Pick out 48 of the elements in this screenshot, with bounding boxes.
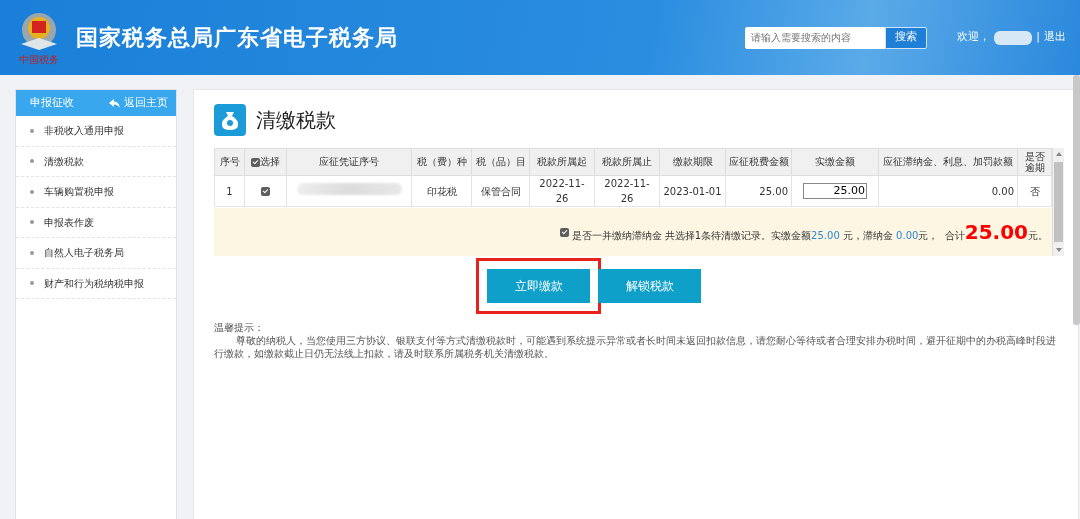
search-button[interactable]: 搜索 bbox=[885, 26, 928, 49]
money-bag-icon bbox=[214, 104, 246, 136]
table-cell: 印花税 bbox=[411, 175, 472, 207]
sidebar-item[interactable]: 车辆购置税申报 bbox=[16, 177, 176, 208]
column-header: 序号 bbox=[214, 148, 245, 176]
separator: | bbox=[1036, 29, 1040, 46]
site-title: 国家税务总局广东省电子税务局 bbox=[76, 24, 398, 52]
sidebar-item[interactable]: 财产和行为税纳税申报 bbox=[16, 268, 176, 299]
sidebar-item[interactable]: 申报表作废 bbox=[16, 207, 176, 238]
amount-field[interactable]: 25.00 bbox=[803, 183, 867, 200]
table-cell: 2022-11-26 bbox=[529, 175, 595, 207]
sidebar-item[interactable]: 自然人电子税务局 bbox=[16, 238, 176, 269]
sidebar-title: 申报征收 bbox=[30, 94, 74, 111]
search-field[interactable]: 请输入需要搜索的内容 bbox=[745, 26, 886, 49]
column-header: 税款所属起 bbox=[529, 148, 595, 176]
column-header: 应征滞纳金、利息、加罚款额 bbox=[878, 148, 1018, 176]
column-header: 选择 bbox=[260, 156, 280, 168]
scrollbar[interactable] bbox=[1052, 148, 1064, 256]
logout-link[interactable]: 退出 bbox=[1044, 29, 1066, 46]
table-cell: 否 bbox=[1017, 175, 1052, 207]
redacted-name bbox=[994, 30, 1033, 45]
column-header: 税款所属止 bbox=[594, 148, 660, 176]
welcome-text: 欢迎， bbox=[957, 29, 991, 46]
table-cell: 0.00 bbox=[878, 175, 1018, 207]
table-cell: 2023-01-01 bbox=[659, 175, 726, 207]
page-title: 清缴税款 bbox=[256, 107, 336, 134]
column-header: 缴款期限 bbox=[659, 148, 726, 176]
back-arrow-icon bbox=[109, 98, 120, 108]
table-cell: 1 bbox=[214, 175, 245, 207]
logo-caption: 中国税务 bbox=[19, 55, 59, 65]
checkbox[interactable] bbox=[559, 227, 569, 237]
table-cell: 保管合同 bbox=[471, 175, 530, 207]
column-header: 应征税费金额 bbox=[725, 148, 792, 176]
column-header: 税（品）目 bbox=[471, 148, 530, 176]
summary-text: 是否一并缴纳滞纳金 共选择1条待清缴记录。实缴金额25.00 元，滞纳金 0.00元， 合计25.00元。 bbox=[571, 219, 1048, 246]
checkbox[interactable] bbox=[251, 157, 260, 167]
column-header: 应征凭证序号 bbox=[286, 148, 412, 176]
page-scrollbar[interactable] bbox=[1073, 75, 1080, 325]
column-header: 是否逾期 bbox=[1017, 148, 1052, 176]
column-header: 税（费）种 bbox=[411, 148, 472, 176]
notice-title: 温馨提示： bbox=[214, 321, 265, 334]
checkbox[interactable] bbox=[261, 187, 270, 196]
column-header: 实缴金额 bbox=[791, 148, 879, 176]
sidebar-item[interactable]: 非税收入通用申报 bbox=[16, 116, 176, 147]
sidebar-item[interactable]: 清缴税款 bbox=[16, 146, 176, 177]
notice-text: 尊敬的纳税人，当您使用三方协议、银联支付等方式清缴税款时，可能遇到系统提示异常或者长时间未返回扣款信息，请您耐心等待或者合理安排办税时间，避开征期中的办税高峰时段进行缴款，如缴款截止日仍无法线上扣款，请及时联系所属税务机关清缴税款。 bbox=[214, 334, 1057, 360]
table-cell: 2022-11-26 bbox=[594, 175, 660, 207]
table-cell: 25.00 bbox=[725, 175, 792, 207]
